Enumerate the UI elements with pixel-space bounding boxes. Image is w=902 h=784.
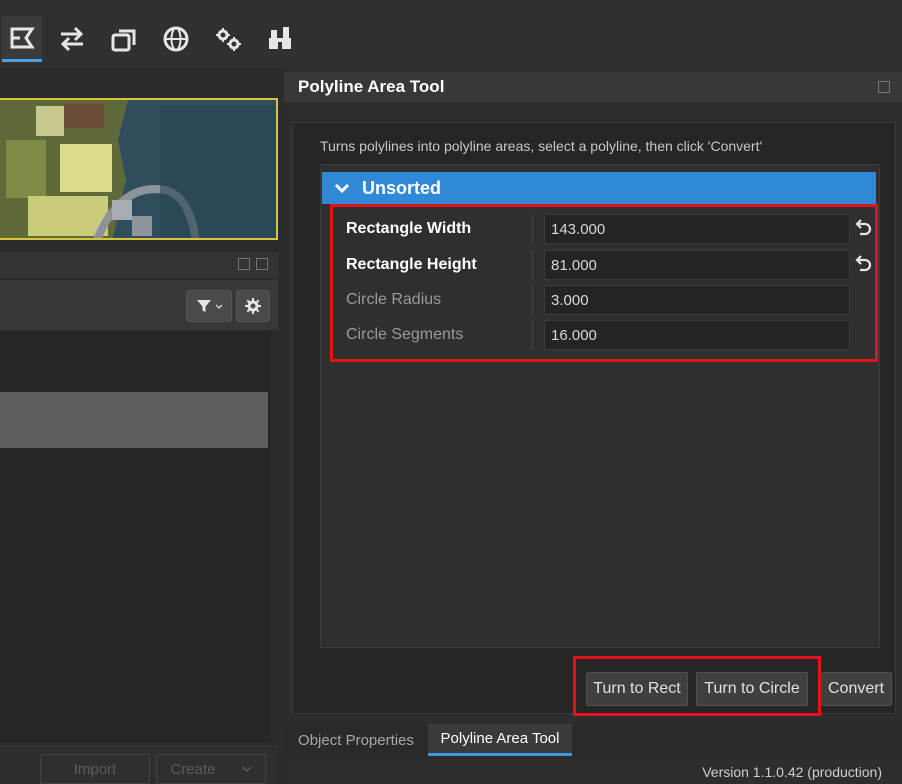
- tab-object-properties[interactable]: Object Properties: [286, 724, 426, 756]
- swap-arrows-icon: [60, 26, 84, 52]
- selected-list-item[interactable]: [0, 392, 268, 448]
- version-status: Version 1.1.0.42 (production): [702, 764, 882, 780]
- panel-description: Turns polylines into polyline areas, sel…: [320, 138, 763, 154]
- chevron-down-icon: [241, 766, 252, 773]
- globe-icon: [163, 26, 189, 52]
- copy-layers-icon: [111, 29, 136, 52]
- properties-highlight-box: [330, 204, 878, 362]
- layers-button[interactable]: [104, 16, 144, 62]
- group-header-unsorted[interactable]: Unsorted: [322, 172, 876, 204]
- left-panel-header: [0, 252, 278, 278]
- create-button[interactable]: Create: [156, 754, 266, 784]
- tab-polyline-area-tool[interactable]: Polyline Area Tool: [428, 724, 572, 756]
- map-preview[interactable]: [0, 98, 278, 240]
- chevron-down-icon: [334, 183, 350, 194]
- panel-title: Polyline Area Tool: [298, 77, 445, 96]
- buttons-highlight-box: [573, 656, 821, 716]
- filter-button[interactable]: [186, 290, 232, 322]
- settings-gears-icon: [216, 28, 241, 51]
- list-settings-button[interactable]: [236, 290, 270, 322]
- float-icon[interactable]: [238, 258, 250, 270]
- float-icon[interactable]: [878, 81, 890, 93]
- chevron-down-icon: [214, 304, 223, 310]
- globe-button[interactable]: [156, 16, 196, 62]
- plugins-button[interactable]: [260, 16, 300, 62]
- create-button-label: Create: [170, 760, 216, 778]
- swap-button[interactable]: [52, 16, 92, 62]
- left-panel-footer: Import Create: [0, 746, 278, 784]
- settings-button[interactable]: [208, 16, 248, 62]
- gear-icon: [245, 298, 261, 314]
- panel-title-bar: Polyline Area Tool: [284, 72, 902, 102]
- puzzle-blocks-icon: [269, 27, 291, 49]
- filter-icon: [196, 300, 211, 312]
- import-button[interactable]: Import: [40, 754, 150, 784]
- application-window: Import Create Polyline Area Tool Turns p…: [0, 0, 902, 784]
- main-toolbar: [0, 0, 902, 68]
- polyline-area-icon: [10, 27, 35, 48]
- polyline-area-tool-panel: Polyline Area Tool Turns polylines into …: [284, 68, 902, 784]
- close-icon[interactable]: [256, 258, 268, 270]
- object-list[interactable]: [0, 332, 270, 742]
- polyline-area-tool-button[interactable]: [2, 16, 42, 62]
- left-pane: Import Create: [0, 68, 284, 784]
- bottom-tab-bar: Object Properties Polyline Area Tool: [284, 724, 902, 758]
- convert-button[interactable]: Convert: [820, 672, 892, 706]
- group-label: Unsorted: [362, 177, 442, 198]
